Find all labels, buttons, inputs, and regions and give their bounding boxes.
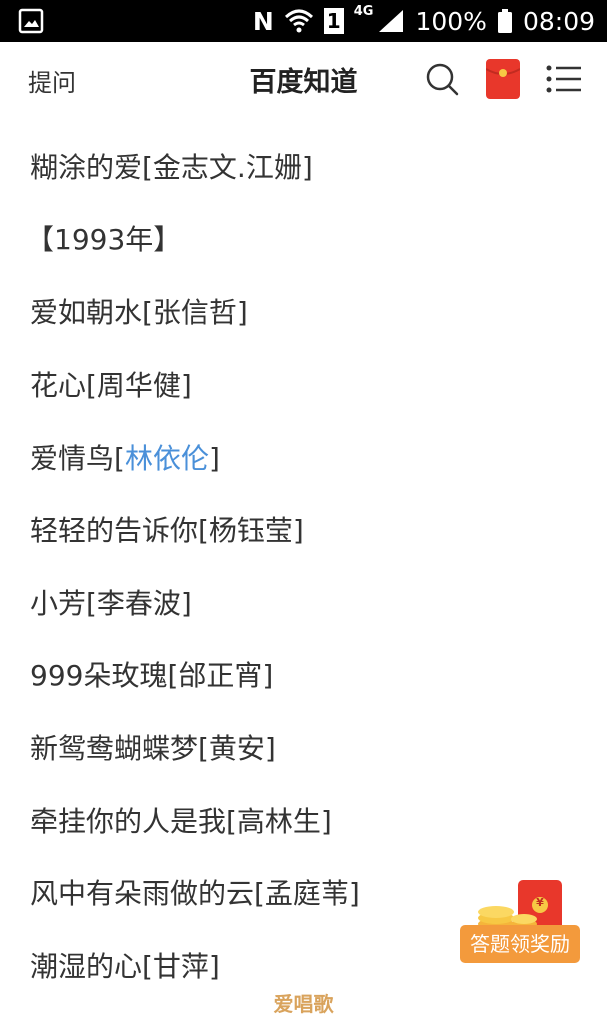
wifi-icon bbox=[284, 9, 313, 33]
year-heading: 【1993年】 bbox=[26, 223, 182, 256]
bracket-close: ] bbox=[208, 442, 220, 475]
app-header: 提问 百度知道 bbox=[0, 42, 607, 116]
battery-percent: 100% bbox=[415, 6, 487, 36]
song-line: 糊涂的爱[金志文.江姗] bbox=[30, 151, 313, 184]
battery-icon bbox=[497, 9, 512, 33]
watermark: 爱唱歌 bbox=[273, 992, 334, 1016]
song-line: 爱情鸟[林依伦] bbox=[30, 442, 220, 476]
network-type: 4G bbox=[353, 3, 374, 19]
song-line: 潮湿的心[甘萍] bbox=[30, 950, 220, 983]
search-icon[interactable] bbox=[425, 62, 459, 96]
song-line: 牵挂你的人是我[高林生] bbox=[30, 805, 332, 838]
song-line: 风中有朵雨做的云[孟庭苇] bbox=[30, 877, 360, 910]
reward-button[interactable]: ¥ 答题领奖励 bbox=[460, 880, 580, 966]
reward-label: 答题领奖励 bbox=[460, 925, 580, 963]
menu-icon[interactable] bbox=[546, 64, 582, 94]
song-line: 花心[周华健] bbox=[30, 369, 192, 402]
red-packet-icon[interactable] bbox=[485, 59, 521, 99]
song-line: 小芳[李春波] bbox=[30, 587, 192, 620]
status-bar: N 1 4G 100% 08:09 bbox=[0, 0, 607, 42]
signal-icon bbox=[379, 10, 404, 32]
song-line: 轻轻的告诉你[杨钰莹] bbox=[30, 514, 304, 547]
song-title: 爱情鸟[ bbox=[30, 442, 125, 475]
gallery-icon bbox=[18, 8, 44, 34]
clock: 08:09 bbox=[522, 6, 595, 36]
sim-slot-badge: 1 bbox=[323, 8, 344, 34]
song-line: 999朵玫瑰[邰正宵] bbox=[30, 659, 274, 692]
artist-link[interactable]: 林依伦 bbox=[125, 442, 209, 475]
song-line: 爱如朝水[张信哲] bbox=[30, 296, 248, 329]
song-line: 新鸳鸯蝴蝶梦[黄安] bbox=[30, 732, 276, 765]
nfc-indicator: N bbox=[252, 6, 274, 36]
